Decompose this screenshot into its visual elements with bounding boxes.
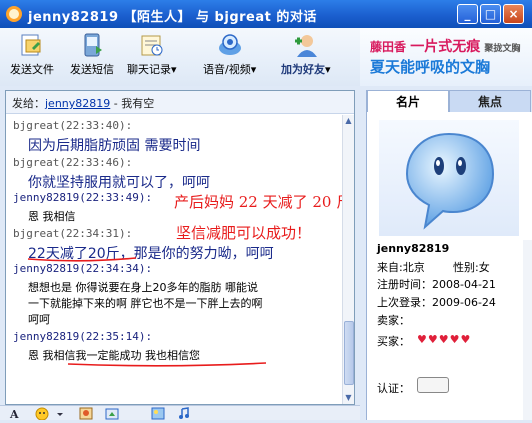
avatar [379,120,519,236]
message-text: 恩 我相信 [28,210,76,223]
font-icon[interactable]: A [8,407,24,421]
recipient-link[interactable]: jenny82819 [45,97,110,110]
chat-history-button[interactable]: 聊天记录▾ [127,32,177,77]
chevron-down-icon[interactable]: ▾ [251,63,257,76]
send-file-button[interactable]: 发送文件 [10,32,54,77]
picture-icon[interactable] [150,407,166,420]
banner-line-1: 藤田香 一片式无痕 聚拢文胸 [370,39,521,55]
close-button[interactable]: × [503,4,524,24]
profile-panel: 名片 焦点 jenny82819 来自:北京 性别:女 注册时间：2008-04… [366,90,532,420]
message-header: bjgreat(22:33:46): [13,156,133,169]
message-text: 呵呵 [28,313,50,326]
input-toolbar: A [0,405,360,421]
profile-tabs: 名片 焦点 [367,90,532,112]
tab-card[interactable]: 名片 [367,90,449,112]
add-friend-button[interactable]: 加为好友▾ [281,32,331,77]
profile-username: jenny82819 [377,242,450,255]
voice-video-button[interactable]: 语音/视频▾ [203,32,256,77]
toolbar: 发送文件 发送短信 聊天记录▾ 语音/视频▾ 加为好友▾ [0,28,360,86]
chevron-down-icon[interactable]: ▾ [171,63,177,76]
send-file-icon [21,34,41,56]
message-text: 因为后期脂肪顽固 需要时间 [28,138,201,154]
banner-ad[interactable]: 藤田香 一片式无痕 聚拢文胸 夏天能呼吸的文胸 [360,28,532,86]
emoticon-icon[interactable] [34,407,50,421]
profile-seller-label: 卖家： [377,314,410,327]
chevron-down-icon[interactable]: ▾ [325,63,331,76]
profile-gender: 性别:女 [453,261,490,274]
message-text: 你就坚持服用就可以了，呵呵 [28,175,210,191]
avatar-icon [405,132,495,230]
send-sms-button[interactable]: 发送短信 [70,32,114,77]
message-header: bjgreat(22:33:40): [13,119,133,132]
annotation-text: 坚信减肥可以成功！ [176,224,312,242]
profile-scrollbar[interactable] [523,240,532,420]
chat-scrollbar[interactable]: ▲ ▼ [342,115,354,404]
window-title: jenny82819 【陌生人】 与 bjgreat 的对话 [28,10,317,25]
chat-history-icon [141,35,163,56]
send-sms-icon [84,33,102,57]
buyer-rating-hearts-icon: ♥♥♥♥♥ [417,333,472,346]
message-list[interactable]: bjgreat(22:33:40): 因为后期脂肪顽固 需要时间 bjgreat… [6,115,342,404]
message-header: bjgreat(22:34:31): [13,227,133,240]
profile-register-date: 注册时间：2008-04-21 [377,278,496,291]
profile-location: 来自:北京 [377,261,425,274]
svg-text:A: A [9,408,19,420]
profile-buyer-label: 买家： [377,335,410,348]
title-bar: jenny82819 【陌生人】 与 bjgreat 的对话 _ □ × [0,0,532,28]
chat-panel: 发给：jenny82819 - 我有空 bjgreat(22:33:40): 因… [5,90,355,405]
message-header: jenny82819(22:33:49): [13,191,153,204]
minimize-button[interactable]: _ [457,4,478,24]
message-text: 一下就能掉下来的啊 胖它也不是一下胖上去的啊 [28,297,263,310]
add-friend-icon [294,35,317,57]
voice-video-icon [218,34,241,55]
chevron-down-icon[interactable] [52,407,68,420]
certification-icon[interactable] [417,377,449,393]
profile-cert-label: 认证： [377,382,410,395]
screenshot-icon[interactable] [104,407,120,420]
banner-line-2: 夏天能呼吸的文胸 [370,58,491,76]
profile-last-login: 上次登录：2009-06-24 [377,296,496,309]
message-text: 恩 我相信我一定能成功 我也相信您 [28,349,200,362]
scrawl-icon[interactable] [78,407,94,420]
message-text: 22天减了20斤，那是你的努力呦，呵呵 [28,246,274,262]
scroll-up-icon[interactable]: ▲ [343,115,354,126]
annotation-text: 产后妈妈 22 天减了 20 斤！ [174,193,342,211]
maximize-button[interactable]: □ [480,4,501,24]
chat-recipient-bar: 发给：jenny82819 - 我有空 [6,91,354,114]
scroll-down-icon[interactable]: ▼ [343,392,354,403]
message-header: jenny82819(22:35:14): [13,330,153,343]
tab-focus[interactable]: 焦点 [449,90,531,112]
message-text: 想想也是 你得说要在身上20多年的脂肪 哪能说 [28,281,258,294]
scroll-thumb[interactable] [344,321,354,385]
message-header: jenny82819(22:34:34): [13,262,153,275]
music-icon[interactable] [176,407,192,420]
app-icon [6,6,22,22]
